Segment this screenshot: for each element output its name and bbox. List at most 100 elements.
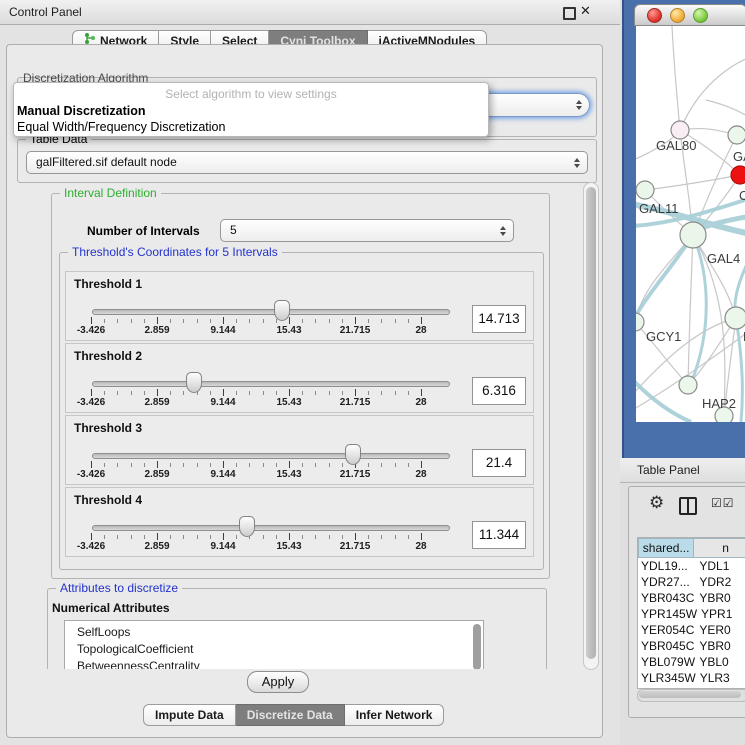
cell-name[interactable]: YBR0	[695, 638, 745, 654]
slider-scale-label: -3.426	[69, 397, 113, 408]
slider-tick	[381, 391, 382, 395]
dropdown-option-equal-width[interactable]: Equal Width/Frequency Discretization	[17, 120, 225, 134]
close-traffic-light-icon[interactable]	[647, 8, 662, 23]
cell-name[interactable]: YBL0	[695, 654, 745, 670]
column-header-0[interactable]: shared...	[638, 538, 694, 558]
table-horizontal-scrollbar-thumb[interactable]	[639, 691, 741, 698]
cell-name[interactable]: YPR1	[697, 606, 745, 622]
cell-name[interactable]: YLR3	[696, 670, 745, 686]
slider-scale-label: 21.715	[333, 397, 377, 408]
slider-scale-label: 21.715	[333, 469, 377, 480]
cell-shared-name[interactable]: YDL19...	[638, 558, 695, 574]
table-row[interactable]: YBR045CYBR0	[638, 638, 745, 654]
gear-icon[interactable]: ⚙	[649, 493, 664, 513]
slider-tick	[157, 389, 158, 396]
settings-scrollbar[interactable]	[583, 182, 599, 670]
slider-tick	[263, 391, 264, 395]
attribute-list-item[interactable]: SelfLoops	[65, 624, 483, 641]
slider-tick	[315, 463, 316, 467]
cell-name[interactable]: YBR0	[695, 590, 745, 606]
tab-label: Discretize Data	[247, 705, 333, 725]
bottom-tab-impute-data[interactable]: Impute Data	[143, 704, 236, 726]
slider-handle[interactable]	[345, 444, 361, 465]
column-header-1[interactable]: n	[694, 538, 745, 558]
network-canvas[interactable]: GAL80 GA GAL11 C GAL4 GCY1 H HAP2	[636, 26, 745, 422]
slider-tick	[197, 463, 198, 467]
slider-tick	[249, 319, 250, 323]
list-scrollbar[interactable]	[473, 624, 481, 669]
bottom-tab-infer-network[interactable]: Infer Network	[345, 704, 445, 726]
slider-scale-label: 15.43	[267, 325, 311, 336]
apply-button[interactable]: Apply	[247, 671, 309, 693]
slider-handle[interactable]	[186, 372, 202, 393]
tab-label: Infer Network	[356, 705, 433, 725]
table-row[interactable]: YBR043CYBR0	[638, 590, 745, 606]
table-data-combobox[interactable]: galFiltered.sif default node	[26, 151, 588, 174]
table-row[interactable]: YER054CYER0	[638, 622, 745, 638]
attribute-list-item[interactable]: TopologicalCoefficient	[65, 641, 483, 658]
cell-shared-name[interactable]: YDR27...	[638, 574, 695, 590]
float-window-icon[interactable]	[563, 7, 576, 20]
settings-scrollbar-thumb[interactable]	[586, 187, 596, 659]
checkboxes-icon[interactable]: ☑☑	[711, 496, 735, 510]
panel-title: Control Panel	[9, 5, 82, 19]
slider-tick	[368, 391, 369, 395]
cell-name[interactable]: YER0	[695, 622, 745, 638]
slider-tick	[342, 319, 343, 323]
table-horizontal-scrollbar[interactable]	[637, 689, 745, 702]
attribute-list-item[interactable]: BetweennessCentrality	[65, 658, 483, 669]
slider-tick	[223, 533, 224, 540]
slider-scale-label: 9.144	[201, 541, 245, 552]
network-graph: GAL80 GA GAL11 C GAL4 GCY1 H HAP2	[636, 26, 745, 422]
combo-arrows-icon	[576, 97, 582, 113]
table-row[interactable]: YLR345WYLR3	[638, 670, 745, 686]
slider-tick	[355, 533, 356, 540]
zoom-traffic-light-icon[interactable]	[693, 8, 708, 23]
slider-tick	[170, 319, 171, 323]
table-row[interactable]: YBL079WYBL0	[638, 654, 745, 670]
cell-shared-name[interactable]: YPR145W	[638, 606, 697, 622]
close-icon[interactable]: ✕	[580, 4, 591, 19]
node-label-ga: GA	[733, 149, 745, 164]
control-panel: Control Panel ✕ NetworkStyleSelectCyni T…	[0, 0, 620, 745]
slider-tick	[236, 463, 237, 467]
slider-tick	[315, 319, 316, 323]
slider-tick	[263, 535, 264, 539]
threshold-value-field[interactable]: 6.316	[472, 377, 526, 405]
dropdown-option-manual[interactable]: Manual Discretization	[17, 104, 146, 118]
node-label-gcy1: GCY1	[646, 329, 681, 344]
slider-track[interactable]	[92, 453, 450, 459]
slider-tick	[144, 463, 145, 467]
slider-track[interactable]	[92, 309, 450, 315]
slider-scale-label: 9.144	[201, 469, 245, 480]
threshold-value-field[interactable]: 11.344	[472, 521, 526, 549]
slider-tick	[131, 463, 132, 467]
table-row[interactable]: YDR27...YDR2	[638, 574, 745, 590]
threshold-label: Threshold 1	[74, 277, 142, 291]
cell-shared-name[interactable]: YBL079W	[638, 654, 695, 670]
cell-name[interactable]: YDR2	[695, 574, 745, 590]
slider-scale-label: 21.715	[333, 325, 377, 336]
minimize-traffic-light-icon[interactable]	[670, 8, 685, 23]
threshold-value-field[interactable]: 21.4	[472, 449, 526, 477]
slider-tick	[342, 391, 343, 395]
slider-track[interactable]	[92, 381, 450, 387]
cell-shared-name[interactable]: YBR043C	[638, 590, 695, 606]
cell-name[interactable]: YDL1	[695, 558, 745, 574]
cell-shared-name[interactable]: YBR045C	[638, 638, 695, 654]
columns-icon[interactable]	[679, 497, 697, 515]
slider-tick	[91, 533, 92, 540]
slider-tick	[104, 319, 105, 323]
slider-handle[interactable]	[239, 516, 255, 537]
cell-shared-name[interactable]: YER054C	[638, 622, 695, 638]
bottom-tab-discretize-data[interactable]: Discretize Data	[236, 704, 345, 726]
slider-tick	[157, 461, 158, 468]
number-of-intervals-combobox[interactable]: 5	[220, 219, 514, 242]
slider-track[interactable]	[92, 525, 450, 531]
slider-scale-label: 15.43	[267, 469, 311, 480]
slider-tick	[276, 319, 277, 323]
threshold-value-field[interactable]: 14.713	[472, 305, 526, 333]
table-row[interactable]: YDL19...YDL1	[638, 558, 745, 574]
table-row[interactable]: YPR145WYPR1	[638, 606, 745, 622]
cell-shared-name[interactable]: YLR345W	[638, 670, 696, 686]
